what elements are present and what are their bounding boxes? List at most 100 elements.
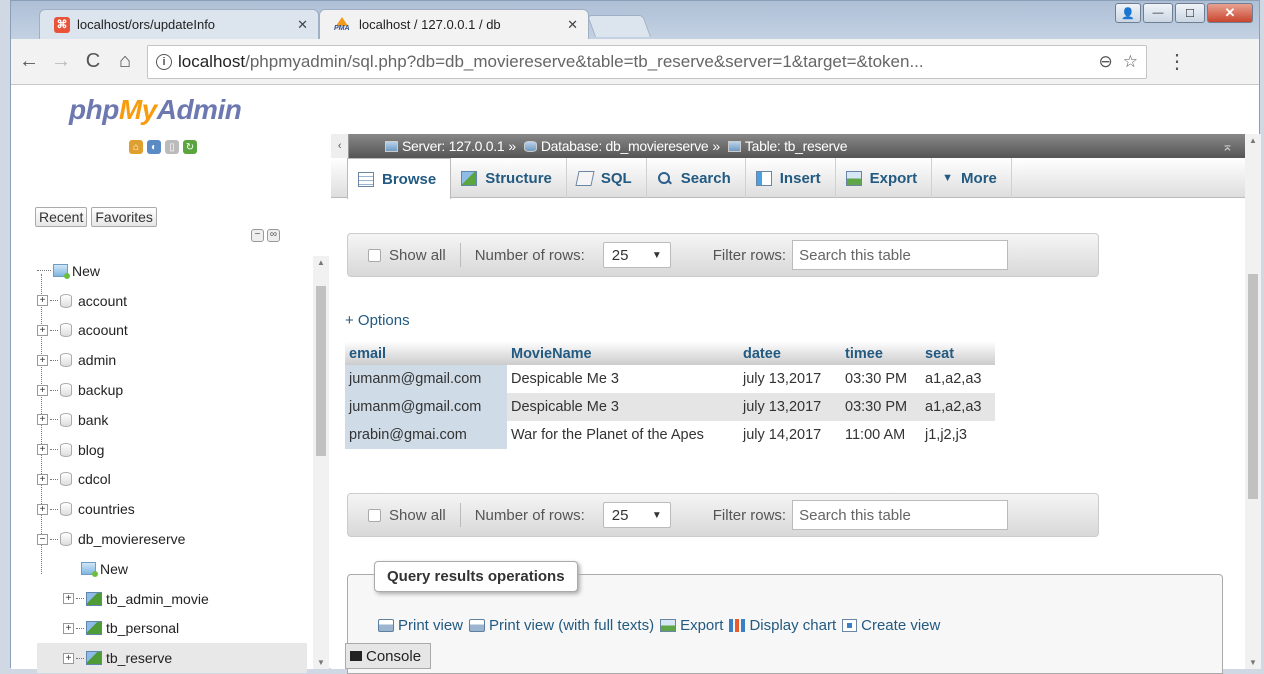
new-tab-button[interactable] bbox=[586, 15, 652, 37]
table-row[interactable]: jumanm@gmail.com Despicable Me 3 july 13… bbox=[345, 393, 995, 421]
expand-icon[interactable]: + bbox=[37, 444, 48, 456]
tree-item-tb-admin-movie[interactable]: + tb_admin_movie bbox=[37, 584, 307, 614]
favorites-button[interactable]: Favorites bbox=[91, 207, 157, 227]
logout-icon[interactable]: ◐ bbox=[147, 140, 161, 154]
display-chart-link[interactable]: Display chart bbox=[729, 617, 836, 634]
column-header-datee[interactable]: datee bbox=[739, 341, 841, 365]
breadcrumb-server[interactable]: Server: 127.0.0.1 bbox=[402, 138, 505, 154]
print-view-full-link[interactable]: Print view (with full texts) bbox=[469, 617, 654, 634]
forward-arrow-icon[interactable]: → bbox=[47, 50, 75, 73]
print-view-link[interactable]: Print view bbox=[378, 617, 463, 634]
column-header-seat[interactable]: seat bbox=[921, 341, 995, 365]
docs-icon[interactable]: ▯ bbox=[165, 140, 179, 154]
expand-icon[interactable]: + bbox=[37, 324, 48, 336]
navigation-scrollbar[interactable]: ▲ ▼ bbox=[313, 256, 329, 669]
cell-email[interactable]: jumanm@gmail.com bbox=[345, 393, 507, 421]
tab-structure[interactable]: Structure bbox=[451, 158, 567, 198]
breadcrumb-table[interactable]: Table: tb_reserve bbox=[745, 138, 848, 154]
tree-item-acoount[interactable]: + acoount bbox=[37, 316, 307, 346]
cell-email[interactable]: prabin@gmai.com bbox=[345, 421, 507, 449]
settings-icon[interactable]: ↻ bbox=[183, 140, 197, 154]
collapse-nav-icon[interactable]: ‹ bbox=[331, 134, 349, 158]
tab-sql[interactable]: SQL bbox=[567, 158, 647, 198]
expand-icon[interactable]: + bbox=[37, 295, 48, 307]
table-row[interactable]: jumanm@gmail.com Despicable Me 3 july 13… bbox=[345, 365, 995, 393]
browser-menu-icon[interactable]: ⋮ bbox=[1167, 49, 1187, 74]
collapse-all-icon[interactable]: − bbox=[251, 229, 264, 242]
cell-seat[interactable]: j1,j2,j3 bbox=[921, 421, 995, 449]
recent-button[interactable]: Recent bbox=[35, 207, 88, 227]
cell-moviename[interactable]: War for the Planet of the Apes bbox=[507, 421, 739, 449]
info-icon[interactable]: i bbox=[156, 53, 172, 70]
rows-per-page-select[interactable]: 25 ▼ bbox=[602, 242, 671, 268]
tab-more[interactable]: ▼ More bbox=[932, 158, 1012, 198]
tree-item-cdcol[interactable]: + cdcol bbox=[37, 465, 307, 495]
scrollbar-thumb[interactable] bbox=[1248, 274, 1258, 499]
expand-icon[interactable]: + bbox=[37, 384, 48, 396]
cell-datee[interactable]: july 14,2017 bbox=[739, 421, 841, 449]
cell-seat[interactable]: a1,a2,a3 bbox=[921, 393, 995, 421]
create-view-link[interactable]: Create view bbox=[842, 617, 940, 634]
tab-export[interactable]: Export bbox=[836, 158, 933, 198]
scroll-top-icon[interactable]: ⌅ bbox=[1222, 138, 1234, 155]
home-icon[interactable]: ⌂ bbox=[111, 50, 139, 73]
minimize-button[interactable]: — bbox=[1143, 3, 1173, 23]
address-bar[interactable]: i localhost /phpmyadmin/sql.php?db=db_mo… bbox=[147, 44, 1147, 79]
filter-rows-input[interactable]: Search this table bbox=[792, 240, 1009, 270]
rows-per-page-select[interactable]: 25 ▼ bbox=[602, 502, 671, 528]
expand-icon[interactable]: + bbox=[37, 503, 48, 515]
column-header-email[interactable]: email bbox=[345, 341, 507, 365]
cell-email[interactable]: jumanm@gmail.com bbox=[345, 365, 507, 393]
expand-icon[interactable]: + bbox=[63, 652, 74, 664]
options-link[interactable]: + Options bbox=[345, 312, 410, 329]
back-arrow-icon[interactable]: ← bbox=[15, 50, 43, 73]
browser-tab-phpmyadmin[interactable]: PMA localhost / 127.0.0.1 / db ✕ bbox=[319, 9, 589, 39]
window-close-button[interactable]: ✕ bbox=[1207, 3, 1253, 23]
tree-item-tb-personal[interactable]: + tb_personal bbox=[37, 614, 307, 644]
tab-search[interactable]: Search bbox=[647, 158, 746, 198]
tree-item-db-moviereserve[interactable]: − db_moviereserve bbox=[37, 524, 307, 554]
tree-item-countries[interactable]: + countries bbox=[37, 494, 307, 524]
tree-item-account[interactable]: + account bbox=[37, 286, 307, 316]
user-icon[interactable]: 👤 bbox=[1115, 3, 1141, 23]
maximize-button[interactable]: ☐ bbox=[1175, 3, 1205, 23]
tree-item-admin[interactable]: + admin bbox=[37, 345, 307, 375]
cell-seat[interactable]: a1,a2,a3 bbox=[921, 365, 995, 393]
tab-close-icon[interactable]: ✕ bbox=[567, 17, 578, 33]
tree-item-backup[interactable]: + backup bbox=[37, 375, 307, 405]
breadcrumb-database[interactable]: Database: db_moviereserve bbox=[541, 138, 709, 154]
expand-icon[interactable]: + bbox=[37, 354, 48, 366]
cell-moviename[interactable]: Despicable Me 3 bbox=[507, 365, 739, 393]
filter-rows-input[interactable]: Search this table bbox=[792, 500, 1009, 530]
scrollbar-thumb[interactable] bbox=[316, 286, 326, 456]
expand-icon[interactable]: + bbox=[63, 593, 74, 605]
home-icon[interactable]: ⌂ bbox=[129, 140, 143, 154]
expand-icon[interactable]: + bbox=[37, 414, 48, 426]
console-button[interactable]: Console bbox=[345, 643, 431, 669]
tree-item-bank[interactable]: + bank bbox=[37, 405, 307, 435]
expand-icon[interactable]: + bbox=[63, 622, 74, 634]
tree-item-tb-reserve[interactable]: + tb_reserve bbox=[37, 643, 307, 674]
cell-timee[interactable]: 03:30 PM bbox=[841, 393, 921, 421]
show-all-checkbox[interactable] bbox=[368, 248, 381, 262]
cell-datee[interactable]: july 13,2017 bbox=[739, 365, 841, 393]
expand-icon[interactable]: + bbox=[37, 473, 48, 485]
scroll-down-icon[interactable]: ▼ bbox=[1249, 658, 1257, 667]
main-scrollbar[interactable]: ▲ ▼ bbox=[1245, 134, 1261, 669]
cell-timee[interactable]: 03:30 PM bbox=[841, 365, 921, 393]
browser-tab-ors[interactable]: ⌘ localhost/ors/updateInfo ✕ bbox=[39, 9, 319, 39]
show-all-checkbox[interactable] bbox=[368, 508, 381, 522]
export-link[interactable]: Export bbox=[660, 617, 723, 634]
cell-moviename[interactable]: Despicable Me 3 bbox=[507, 393, 739, 421]
tree-item-new-table[interactable]: New bbox=[37, 554, 307, 584]
link-with-main-icon[interactable]: ∞ bbox=[267, 229, 280, 242]
column-header-timee[interactable]: timee bbox=[841, 341, 921, 365]
tab-browse[interactable]: Browse bbox=[347, 158, 452, 199]
table-row[interactable]: prabin@gmai.com War for the Planet of th… bbox=[345, 421, 995, 449]
phpmyadmin-logo[interactable]: phpMyAdmin bbox=[69, 94, 242, 126]
tab-insert[interactable]: Insert bbox=[746, 158, 836, 198]
tree-item-blog[interactable]: + blog bbox=[37, 435, 307, 465]
scroll-up-icon[interactable]: ▲ bbox=[1249, 136, 1257, 145]
column-header-moviename[interactable]: MovieName bbox=[507, 341, 739, 365]
reload-icon[interactable]: C bbox=[79, 50, 107, 73]
